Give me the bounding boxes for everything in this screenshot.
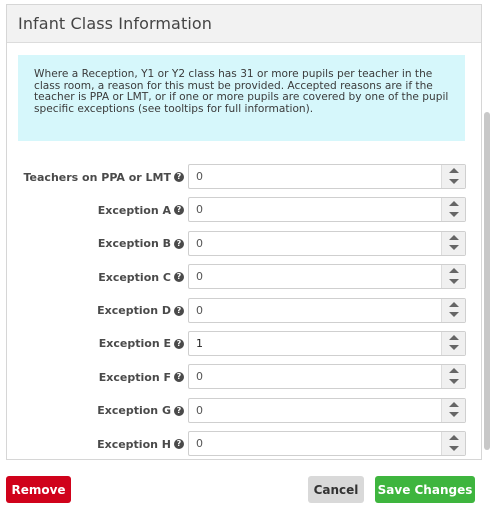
number-stepper[interactable] <box>188 230 466 256</box>
exception-c-input[interactable] <box>189 265 435 289</box>
decrement-arrow-icon[interactable] <box>442 177 466 189</box>
spinner <box>441 231 466 255</box>
field-row-exception-g: Exception G ? <box>7 395 481 428</box>
question-circle-icon[interactable]: ? <box>174 405 184 416</box>
decrement-arrow-icon[interactable] <box>442 410 466 422</box>
field-label: Teachers on PPA or LMT ? <box>23 166 184 188</box>
exception-a-input[interactable] <box>189 198 435 222</box>
field-row-teachers-ppa-lmt: Teachers on PPA or LMT ? <box>7 161 481 194</box>
exception-d-input[interactable] <box>189 298 435 322</box>
decrement-arrow-icon[interactable] <box>442 444 466 456</box>
field-row-exception-c: Exception C ? <box>7 261 481 294</box>
info-message: Where a Reception, Y1 or Y2 class has 31… <box>18 55 465 141</box>
question-circle-icon[interactable]: ? <box>174 172 184 182</box>
question-circle-icon[interactable]: ? <box>174 372 184 383</box>
exception-fields: Teachers on PPA or LMT ? Exception A ? <box>7 161 481 462</box>
exception-g-input[interactable] <box>189 398 435 422</box>
field-row-exception-a: Exception A ? <box>7 194 481 227</box>
field-label: Exception E ? <box>99 333 184 355</box>
field-label-text: Exception F <box>98 370 171 384</box>
question-circle-icon[interactable]: ? <box>174 205 184 216</box>
field-label-text: Exception C <box>98 270 171 284</box>
increment-arrow-icon[interactable] <box>442 232 466 244</box>
field-label: Exception B ? <box>98 233 184 255</box>
increment-arrow-icon[interactable] <box>442 332 466 344</box>
field-label-text: Exception G <box>97 404 171 418</box>
exception-b-input[interactable] <box>189 231 435 255</box>
spinner <box>441 331 466 355</box>
field-label-text: Exception A <box>97 203 171 217</box>
field-label-text: Exception B <box>97 237 171 251</box>
field-label-text: Exception D <box>97 304 171 318</box>
number-stepper[interactable] <box>188 431 466 457</box>
increment-arrow-icon[interactable] <box>442 365 466 377</box>
number-stepper[interactable] <box>188 330 466 356</box>
info-line: Where a Reception, Y1 or Y2 class has 31… <box>34 68 433 80</box>
teachers-ppa-lmt-input[interactable] <box>189 165 435 188</box>
field-row-exception-d: Exception D ? <box>7 295 481 328</box>
decrement-arrow-icon[interactable] <box>442 310 466 322</box>
number-stepper[interactable] <box>188 164 466 189</box>
increment-arrow-icon[interactable] <box>442 432 466 444</box>
spinner <box>441 365 466 389</box>
number-stepper[interactable] <box>188 297 466 323</box>
cancel-button[interactable]: Cancel <box>308 476 364 503</box>
infant-class-panel: Infant Class Information Where a Recepti… <box>6 4 482 460</box>
exception-h-input[interactable] <box>189 432 435 456</box>
field-row-exception-b: Exception B ? <box>7 228 481 261</box>
vertical-scrollbar[interactable] <box>484 112 490 450</box>
decrement-arrow-icon[interactable] <box>442 243 466 255</box>
increment-arrow-icon[interactable] <box>442 198 466 210</box>
remove-button[interactable]: Remove <box>6 476 71 503</box>
field-row-exception-f: Exception F ? <box>7 361 481 394</box>
field-label-text: Teachers on PPA or LMT <box>23 170 172 184</box>
field-label: Exception H ? <box>97 433 184 455</box>
question-circle-icon[interactable]: ? <box>174 272 184 283</box>
panel-header: Infant Class Information <box>7 5 481 43</box>
number-stepper[interactable] <box>188 364 466 390</box>
field-label: Exception G ? <box>97 400 184 422</box>
spinner <box>441 298 466 322</box>
spinner <box>441 165 465 188</box>
field-label: Exception F ? <box>99 366 184 388</box>
field-label-text: Exception E <box>98 337 171 351</box>
spinner <box>441 398 466 422</box>
field-row-exception-e: Exception E ? <box>7 328 481 361</box>
decrement-arrow-icon[interactable] <box>442 210 466 222</box>
panel-title: Infant Class Information <box>18 14 212 33</box>
increment-arrow-icon[interactable] <box>442 399 466 411</box>
field-label: Exception A ? <box>98 199 184 221</box>
question-circle-icon[interactable]: ? <box>174 238 184 249</box>
decrement-arrow-icon[interactable] <box>442 277 466 289</box>
spinner <box>441 198 466 222</box>
field-row-exception-h: Exception H ? <box>7 428 481 461</box>
increment-arrow-icon[interactable] <box>442 299 466 311</box>
number-stepper[interactable] <box>188 264 466 290</box>
question-circle-icon[interactable]: ? <box>174 338 184 349</box>
exception-f-input[interactable] <box>189 365 435 389</box>
field-label: Exception C ? <box>98 266 184 288</box>
increment-arrow-icon[interactable] <box>442 165 466 177</box>
increment-arrow-icon[interactable] <box>442 265 466 277</box>
exception-e-input[interactable] <box>189 331 435 355</box>
field-label: Exception D ? <box>97 300 184 322</box>
decrement-arrow-icon[interactable] <box>442 343 466 355</box>
number-stepper[interactable] <box>188 397 466 423</box>
decrement-arrow-icon[interactable] <box>442 377 466 389</box>
field-label-text: Exception H <box>97 437 171 451</box>
spinner <box>441 432 466 456</box>
question-circle-icon[interactable]: ? <box>174 305 184 316</box>
info-line: specific exceptions (see tooltips for fu… <box>34 102 314 115</box>
question-circle-icon[interactable]: ? <box>174 439 184 450</box>
save-changes-button[interactable]: Save Changes <box>375 476 475 503</box>
number-stepper[interactable] <box>188 197 466 223</box>
spinner <box>441 265 466 289</box>
